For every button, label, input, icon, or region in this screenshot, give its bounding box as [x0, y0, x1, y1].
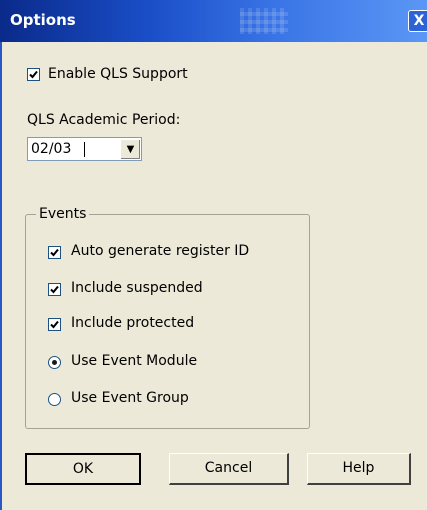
- checkmark-icon: [50, 285, 59, 294]
- checkmark-icon: [29, 70, 38, 79]
- events-group-title: Events: [36, 206, 90, 222]
- close-button[interactable]: X: [408, 10, 427, 32]
- options-dialog: Options X Enable QLS Support QLS Academi…: [0, 0, 427, 510]
- include-suspended-checkbox[interactable]: [48, 283, 61, 296]
- use-event-module-radio[interactable]: [48, 356, 61, 369]
- dropdown-arrow-icon[interactable]: ▼: [120, 139, 140, 159]
- academic-period-select[interactable]: 02/03 ▼: [27, 137, 142, 161]
- radio-selected-dot: [52, 360, 57, 365]
- use-event-group-radio[interactable]: [48, 393, 61, 406]
- checkmark-icon: [50, 320, 59, 329]
- include-suspended-label[interactable]: Include suspended: [71, 280, 203, 296]
- help-button[interactable]: Help: [307, 453, 411, 485]
- title-bar-pattern: [240, 8, 288, 34]
- include-protected-label[interactable]: Include protected: [71, 315, 194, 331]
- dialog-title: Options: [10, 11, 76, 29]
- title-bar[interactable]: Options X: [0, 0, 427, 42]
- enable-qls-label[interactable]: Enable QLS Support: [48, 66, 188, 82]
- use-event-module-label[interactable]: Use Event Module: [71, 353, 197, 369]
- auto-generate-label[interactable]: Auto generate register ID: [71, 243, 249, 259]
- window-border: [0, 42, 2, 510]
- academic-period-label: QLS Academic Period:: [27, 112, 181, 128]
- academic-period-value: 02/03: [31, 141, 72, 157]
- use-event-group-label[interactable]: Use Event Group: [71, 390, 189, 406]
- auto-generate-checkbox[interactable]: [48, 246, 61, 259]
- cancel-button[interactable]: Cancel: [169, 453, 289, 485]
- ok-button[interactable]: OK: [25, 453, 141, 485]
- include-protected-checkbox[interactable]: [48, 318, 61, 331]
- text-caret: [84, 142, 85, 157]
- enable-qls-checkbox[interactable]: [27, 68, 40, 81]
- checkmark-icon: [50, 248, 59, 257]
